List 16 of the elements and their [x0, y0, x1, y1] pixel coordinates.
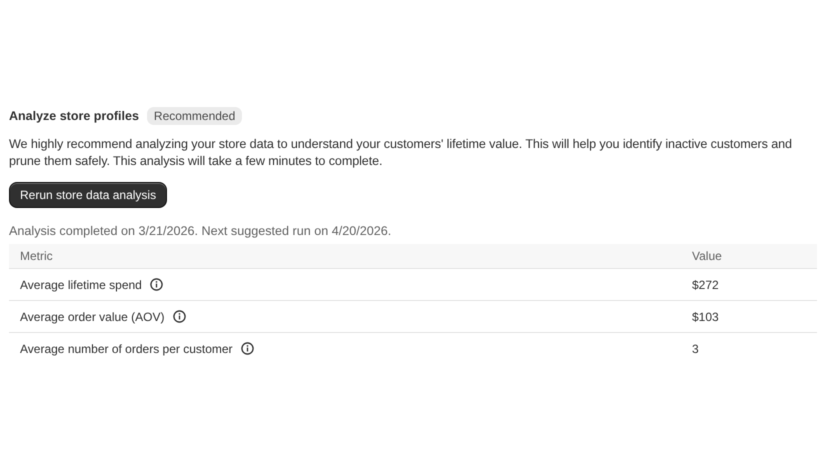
description-text: We highly recommend analyzing your store data to understand your customers' lifetime value. This will help you identify inactive customers and prune them safely. This analysis will take a few minutes to complete. [9, 136, 793, 170]
rerun-analysis-button[interactable]: Rerun store data analysis [9, 182, 168, 208]
table-cell-text: 3 [691, 342, 700, 356]
recommended-badge: Recommended [146, 107, 242, 125]
table-cell: Average number of orders per customer [20, 342, 233, 356]
table-cell: Average order value (AOV) [20, 310, 165, 324]
section-title: Analyze store profiles [9, 109, 139, 123]
info-icon[interactable] [172, 310, 186, 323]
table-cell-text: $272 [691, 278, 720, 292]
column-header: Value [691, 249, 723, 263]
status-text: Analysis completed on 3/21/2026. Next suggested run on 4/20/2026. [9, 224, 392, 238]
info-icon[interactable] [240, 342, 254, 355]
column-header: Metric [19, 249, 54, 263]
table-cell-text: $103 [691, 310, 720, 324]
table-cell: Average lifetime spend [20, 278, 142, 292]
info-icon[interactable] [150, 278, 163, 291]
